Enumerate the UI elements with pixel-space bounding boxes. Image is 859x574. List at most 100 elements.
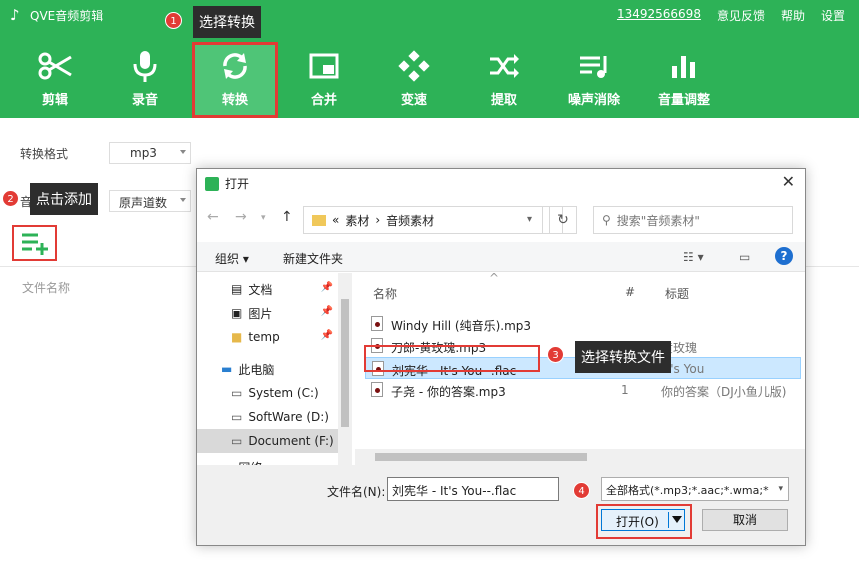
file-type-value: 全部格式(*.mp3;*.aac;*.wma;* <box>606 484 769 497</box>
step-callout: 点击添加 <box>30 183 98 215</box>
top-links: 13492566698 意见反馈 帮助 设置 <box>617 7 845 24</box>
tool-cut[interactable]: 剪辑 <box>14 44 96 116</box>
file-name: 子尧 - 你的答案.mp3 <box>391 385 506 399</box>
nav-item-label: 文档 <box>248 282 273 297</box>
file-title: 你的答案（DJ小鱼儿版) <box>661 385 787 399</box>
back-arrow-icon[interactable]: ← <box>207 209 219 225</box>
breadcrumb-part[interactable]: 素材 <box>345 212 369 229</box>
tool-extract[interactable]: 提取 <box>463 44 545 116</box>
file-row[interactable]: 子尧 - 你的答案.mp3 1 你的答案（DJ小鱼儿版) <box>365 379 801 401</box>
nav-item-label: Document (F:) <box>248 434 334 448</box>
scrollbar-thumb[interactable] <box>341 299 349 427</box>
tool-label: 合并 <box>310 93 337 108</box>
step-callout: 选择转换文件 <box>575 341 671 373</box>
tool-label: 剪辑 <box>41 93 68 108</box>
refresh-icon[interactable]: ↻ <box>549 206 577 234</box>
format-select[interactable]: mp3 <box>109 142 191 164</box>
nav-item-label: System (C:) <box>248 386 319 400</box>
drive-icon: ▭ <box>231 434 243 448</box>
close-icon[interactable]: ✕ <box>782 172 795 191</box>
file-row[interactable]: Windy Hill (纯音乐).mp3 <box>365 313 801 335</box>
settings-link[interactable]: 设置 <box>821 7 845 24</box>
help-icon[interactable]: ? <box>775 247 793 265</box>
extract-icon <box>463 44 545 88</box>
scrollbar-thumb[interactable] <box>375 453 587 461</box>
chevron-down-icon[interactable]: ▾ <box>261 213 266 223</box>
organize-menu[interactable]: 组织 ▾ <box>215 250 249 267</box>
tool-label: 录音 <box>131 93 158 108</box>
audio-file-icon <box>371 382 383 397</box>
search-box[interactable]: ⚲ 搜索"音频素材" <box>593 206 793 234</box>
up-arrow-icon[interactable]: ↑ <box>281 209 293 225</box>
nav-scrollbar[interactable] <box>338 273 352 465</box>
phone-link[interactable]: 13492566698 <box>617 7 701 24</box>
new-folder-button[interactable]: 新建文件夹 <box>283 250 343 267</box>
tool-speed[interactable]: 变速 <box>373 44 455 116</box>
tool-merge[interactable]: 合并 <box>283 44 365 116</box>
file-name: Windy Hill (纯音乐).mp3 <box>391 319 532 333</box>
speed-icon <box>373 44 455 88</box>
tool-label: 变速 <box>400 93 427 108</box>
navigation-row: ← → ▾ ↑ « 素材 › 音频素材 ▾ ↻ ⚲ 搜索"音频素材" <box>197 203 805 235</box>
document-icon: ▤ <box>231 282 243 296</box>
dialog-footer: 文件名(N): 刘宪华 - It's You--.flac 全部格式(*.mp3… <box>197 465 805 545</box>
file-highlight-box <box>364 345 540 372</box>
search-placeholder: 搜索"音频素材" <box>616 213 700 228</box>
nav-item-document-f[interactable]: ▭ Document (F:) <box>197 429 339 453</box>
pin-icon: 📌 <box>320 306 333 317</box>
tool-label: 音量调整 <box>657 93 710 108</box>
tool-record[interactable]: 录音 <box>104 44 186 116</box>
file-type-select[interactable]: 全部格式(*.mp3;*.aac;*.wma;* ▾ <box>601 477 789 501</box>
column-number[interactable]: # <box>625 285 635 299</box>
channel-select[interactable]: 原声道数 <box>109 190 191 212</box>
file-name-input[interactable]: 刘宪华 - It's You--.flac <box>387 477 559 501</box>
forward-arrow-icon[interactable]: → <box>235 209 247 225</box>
preview-pane-icon[interactable]: ▭ <box>739 250 750 264</box>
app-title: QVE音频剪辑 <box>30 9 104 23</box>
file-list-scrollbar[interactable] <box>355 449 805 465</box>
folder-icon: ■ <box>231 330 243 344</box>
address-dropdown[interactable]: ▾ <box>517 206 543 234</box>
dialog-title: 打开 <box>225 177 250 191</box>
open-button-highlight-box <box>596 504 692 539</box>
file-number: 1 <box>621 383 629 397</box>
step-badge: 4 <box>573 482 590 499</box>
step-callout: 选择转换 <box>193 6 261 38</box>
tool-noise-removal[interactable]: 噪声消除 <box>553 44 635 116</box>
help-link[interactable]: 帮助 <box>781 7 805 24</box>
chevron-down-icon <box>180 150 186 154</box>
feedback-link[interactable]: 意见反馈 <box>717 7 765 24</box>
tool-volume-adjust[interactable]: 音量调整 <box>643 44 725 116</box>
app-icon <box>205 176 219 191</box>
nav-item-software-d[interactable]: ▭ SoftWare (D:) <box>197 405 339 429</box>
column-title[interactable]: 标题 <box>665 285 689 302</box>
sort-arrow-icon: ^ <box>489 273 500 285</box>
chevron-down-icon: ▾ <box>778 484 783 494</box>
command-bar: 组织 ▾ 新建文件夹 ☷ ▾ ▭ ? <box>197 242 805 272</box>
nav-item-label: 此电脑 <box>238 362 275 377</box>
nav-item-documents[interactable]: ▤ 文档 📌 <box>197 277 339 301</box>
file-name-label: 文件名(N): <box>327 485 386 499</box>
breadcrumb-part[interactable]: 音频素材 <box>386 212 434 229</box>
nav-item-label: SoftWare (D:) <box>248 410 329 424</box>
main-toolbar: 剪辑 录音 转换 合并 变速 提取 噪声消除 音量调整 <box>0 42 859 118</box>
folder-icon <box>312 214 326 226</box>
microphone-icon <box>104 44 186 88</box>
audio-file-icon <box>371 316 383 331</box>
dialog-title-bar: 打开 <box>205 175 249 192</box>
cancel-button[interactable]: 取消 <box>702 509 788 531</box>
nav-item-label: 图片 <box>248 306 273 321</box>
view-options-icon[interactable]: ☷ ▾ <box>683 250 704 264</box>
nav-item-network[interactable]: ▬ 网络 <box>197 455 339 465</box>
nav-item-pictures[interactable]: ▣ 图片 📌 <box>197 301 339 325</box>
search-icon: ⚲ <box>602 213 611 227</box>
nav-item-system-c[interactable]: ▭ System (C:) <box>197 381 339 405</box>
noise-removal-icon <box>553 44 635 88</box>
computer-icon: ▬ <box>221 362 233 376</box>
merge-icon <box>283 44 365 88</box>
add-file-button[interactable] <box>12 225 57 261</box>
tool-convert[interactable]: 转换 <box>192 42 278 118</box>
column-name[interactable]: 名称 <box>373 285 397 302</box>
nav-item-temp[interactable]: ■ temp 📌 <box>197 325 339 349</box>
nav-item-this-pc[interactable]: ▬ 此电脑 <box>197 357 339 381</box>
